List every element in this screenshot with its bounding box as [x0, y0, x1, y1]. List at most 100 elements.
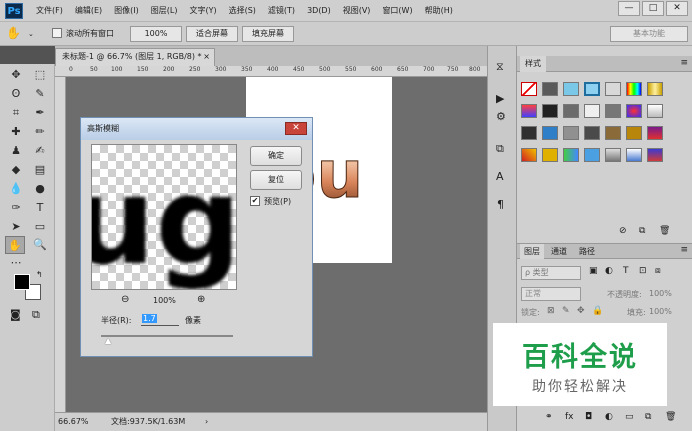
fit-screen-button[interactable]: 适合屏幕 [186, 26, 238, 42]
style-swatch[interactable] [542, 104, 558, 118]
zoom-100-button[interactable]: 100% [130, 26, 182, 42]
style-swatch[interactable] [563, 104, 579, 118]
menu-3d[interactable]: 3D(D) [301, 0, 337, 22]
filter-type-icon[interactable]: T [623, 266, 629, 276]
menu-image[interactable]: 图像(I) [108, 0, 145, 22]
tab-layers[interactable]: 图层 [520, 244, 544, 259]
scroll-all-checkbox[interactable] [52, 28, 62, 38]
menu-window[interactable]: 窗口(W) [376, 0, 418, 22]
blend-mode-select[interactable]: 正常 [521, 287, 581, 301]
blur-preview[interactable]: ug [91, 144, 237, 290]
radius-slider-track[interactable] [101, 335, 233, 337]
style-swatch[interactable] [542, 126, 558, 140]
style-swatch-none[interactable] [521, 82, 537, 96]
style-swatch[interactable] [521, 126, 537, 140]
style-swatch[interactable] [542, 82, 558, 96]
status-menu-arrow-icon[interactable]: › [205, 413, 208, 431]
crop-tool-icon[interactable]: ⌗ [6, 104, 26, 122]
tab-close-icon[interactable]: × [203, 49, 210, 65]
screen-mode-icon[interactable]: ⧉ [32, 308, 40, 322]
document-tab[interactable]: 未标题-1 @ 66.7% (图层 1, RGB/8) * × [55, 48, 215, 66]
history-brush-tool-icon[interactable]: ✍ [30, 142, 50, 160]
tab-channels[interactable]: 通道 [551, 244, 567, 259]
marquee-tool-icon[interactable]: ⬚ [30, 66, 50, 84]
style-swatch[interactable] [605, 126, 621, 140]
layer-mask-icon[interactable]: ◘ [585, 412, 592, 422]
style-swatch[interactable] [584, 82, 600, 96]
style-swatch[interactable] [647, 104, 663, 118]
delete-layer-icon[interactable]: 🗑 [665, 412, 676, 422]
lasso-tool-icon[interactable]: ʘ [6, 85, 26, 103]
style-swatch[interactable] [563, 126, 579, 140]
properties-panel-icon[interactable]: ⚙ [496, 110, 506, 123]
filter-smart-icon[interactable]: ⧈ [655, 266, 661, 276]
workspace-select[interactable]: 基本功能 [610, 26, 688, 42]
hand-tool-icon[interactable]: ✋ [5, 236, 25, 254]
fill-screen-button[interactable]: 填充屏幕 [242, 26, 294, 42]
style-swatch[interactable] [584, 126, 600, 140]
clear-style-icon[interactable]: ⊘ [619, 226, 627, 236]
new-layer-icon[interactable]: ⧉ [645, 412, 651, 422]
chevron-down-icon[interactable]: ⌄ [28, 30, 34, 38]
lock-pixels-icon[interactable]: ⊠ [547, 306, 555, 316]
maximize-button[interactable]: □ [642, 1, 664, 16]
style-swatch[interactable] [626, 104, 642, 118]
document-info[interactable]: 文档:937.5K/1.63M [111, 413, 185, 431]
link-layers-icon[interactable]: ⚭ [545, 412, 553, 422]
pen-tool-icon[interactable]: ✑ [6, 199, 26, 217]
adjustment-layer-icon[interactable]: ◐ [605, 412, 613, 422]
style-swatch[interactable] [563, 148, 579, 162]
swap-colors-icon[interactable]: ↰ [36, 270, 43, 279]
path-selection-tool-icon[interactable]: ➤ [6, 218, 26, 236]
character-panel-icon[interactable]: A [496, 170, 504, 183]
style-swatch[interactable] [647, 82, 663, 96]
opacity-value[interactable]: 100% [649, 289, 672, 298]
panel-menu-icon[interactable]: ≡ [680, 58, 688, 68]
close-button[interactable]: ✕ [666, 1, 688, 16]
style-swatch[interactable] [521, 148, 537, 162]
more-tools-icon[interactable]: ⋯ [6, 254, 26, 272]
layer-filter-select[interactable]: ρ 类型 [521, 266, 581, 280]
brush-tool-icon[interactable]: ✏ [30, 123, 50, 141]
shape-tool-icon[interactable]: ▭ [30, 218, 50, 236]
magic-wand-tool-icon[interactable]: ✎ [30, 85, 50, 103]
radius-slider-thumb[interactable]: ▲ [105, 336, 111, 345]
actions-play-icon[interactable]: ▶ [496, 92, 504, 105]
type-tool-icon[interactable]: T [30, 199, 50, 217]
styles-tab[interactable]: 样式 [520, 56, 546, 72]
history-panel-icon[interactable]: ⧖ [496, 60, 504, 74]
lock-move-icon[interactable]: ✥ [577, 306, 585, 316]
zoom-tool-icon[interactable]: 🔍 [30, 236, 50, 254]
style-swatch[interactable] [605, 104, 621, 118]
filter-pixel-icon[interactable]: ▣ [589, 266, 598, 276]
menu-select[interactable]: 选择(S) [223, 0, 262, 22]
lock-brush-icon[interactable]: ✎ [562, 306, 570, 316]
style-swatch[interactable] [605, 148, 621, 162]
lock-all-icon[interactable]: 🔒 [592, 306, 603, 316]
new-style-icon[interactable]: ⧉ [639, 226, 645, 236]
trash-icon[interactable]: 🗑 [659, 226, 670, 236]
tab-paths[interactable]: 路径 [579, 244, 595, 259]
filter-adjust-icon[interactable]: ◐ [605, 266, 613, 276]
foreground-color-swatch[interactable] [14, 274, 30, 290]
zoom-out-icon[interactable]: ⊖ [121, 294, 129, 305]
dodge-tool-icon[interactable]: ● [30, 180, 50, 198]
menu-layer[interactable]: 图层(L) [145, 0, 184, 22]
style-swatch[interactable] [626, 82, 642, 96]
new-group-icon[interactable]: ▭ [625, 412, 634, 422]
paragraph-panel-icon[interactable]: ¶ [497, 198, 504, 211]
panel-menu-icon[interactable]: ≡ [680, 245, 688, 255]
dialog-title-bar[interactable]: 高斯模糊 [81, 118, 312, 140]
menu-view[interactable]: 视图(V) [337, 0, 377, 22]
menu-help[interactable]: 帮助(H) [419, 0, 459, 22]
gradient-tool-icon[interactable]: ▤ [30, 161, 50, 179]
quick-mask-icon[interactable]: ◙ [10, 308, 21, 321]
dialog-close-button[interactable]: ✕ [285, 122, 307, 135]
clone-source-icon[interactable]: ⧉ [496, 142, 504, 156]
menu-type[interactable]: 文字(Y) [183, 0, 222, 22]
eraser-tool-icon[interactable]: ◆ [6, 161, 26, 179]
minimize-button[interactable]: — [618, 1, 640, 16]
style-swatch[interactable] [626, 148, 642, 162]
ok-button[interactable]: 确定 [250, 146, 302, 166]
stamp-tool-icon[interactable]: ♟ [6, 142, 26, 160]
